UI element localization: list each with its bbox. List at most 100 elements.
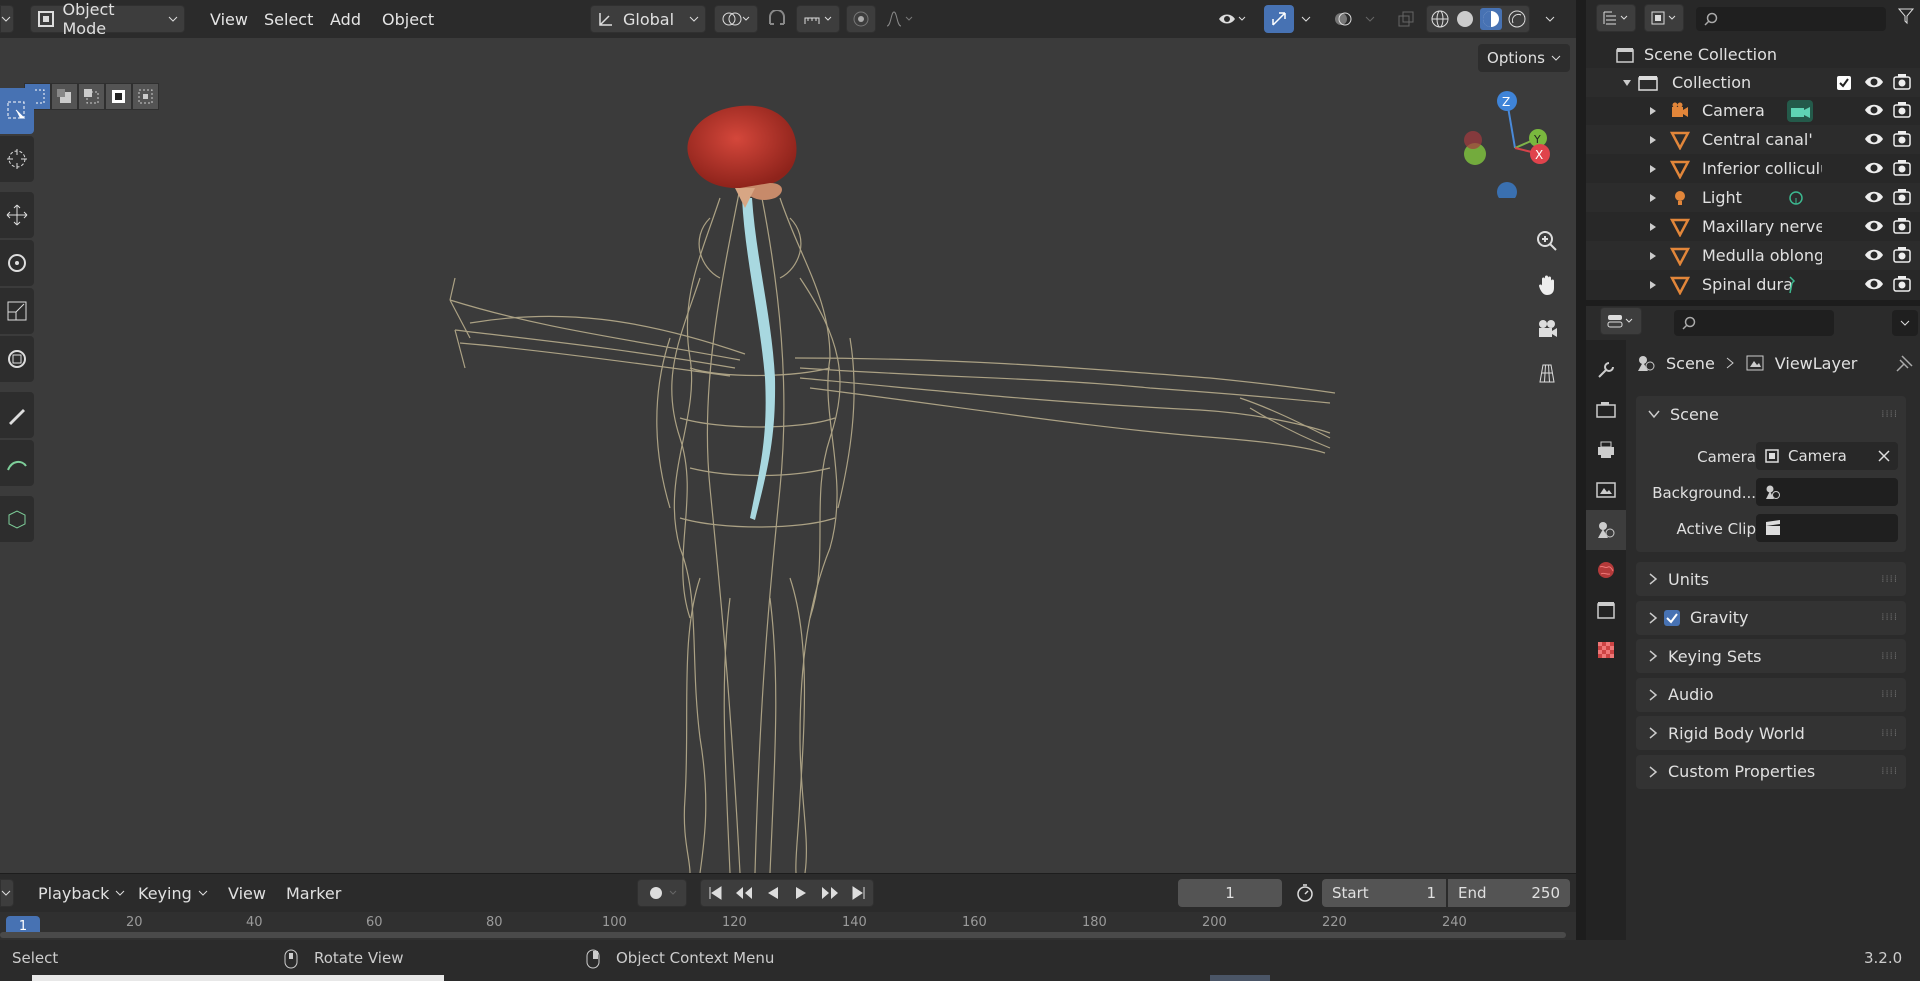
falloff-curve-icon[interactable] (880, 5, 920, 33)
editor-type-dropdown[interactable] (0, 5, 14, 33)
auto-keying-toggle[interactable] (637, 879, 687, 907)
play-icon[interactable] (793, 885, 809, 901)
expand-right-icon[interactable] (1648, 222, 1658, 232)
eye-icon[interactable] (1864, 216, 1884, 236)
pivot-point-dropdown[interactable] (714, 5, 758, 33)
rotate-tool-icon[interactable] (0, 240, 34, 286)
drag-handle[interactable]: ⁞⁞⁞⁞ (1881, 651, 1898, 662)
properties-panel[interactable]: Gravity ⁞⁞⁞⁞ (1636, 600, 1906, 635)
3d-viewport[interactable]: Options Z Y X (0, 38, 1576, 873)
properties-panel[interactable]: Audio ⁞⁞⁞⁞ (1636, 677, 1906, 712)
timeline-ruler[interactable]: 1 20 40 60 80 100 120 140 160 180 200 22… (0, 912, 1576, 940)
properties-search-input[interactable] (1674, 310, 1834, 336)
scene-panel-header[interactable]: Scene ⁞⁞⁞⁞ (1636, 396, 1906, 432)
end-frame-field[interactable]: End 250 (1448, 879, 1570, 907)
options-dropdown[interactable]: Options (1478, 44, 1570, 72)
properties-panel[interactable]: Custom Properties ⁞⁞⁞⁞ (1636, 754, 1906, 789)
tab-view-layer[interactable] (1586, 470, 1626, 510)
outliner-item[interactable]: Spinal dura (1586, 270, 1920, 299)
menu-select[interactable]: Select (258, 5, 319, 33)
add-cube-tool-icon[interactable] (0, 496, 34, 542)
outliner-editor-type-dropdown[interactable] (1596, 4, 1636, 32)
drag-handle[interactable]: ⁞⁞⁞⁞ (1881, 574, 1898, 585)
menu-object[interactable]: Object (376, 5, 440, 33)
cursor-tool-icon[interactable] (0, 136, 34, 182)
start-frame-field[interactable]: Start 1 (1322, 879, 1446, 907)
gizmo-toggle-icon[interactable] (1264, 5, 1294, 33)
expand-right-icon[interactable] (1648, 193, 1658, 203)
tab-tool[interactable] (1586, 350, 1626, 390)
drag-handle[interactable]: ⁞⁞⁞⁞ (1881, 409, 1898, 420)
render-camera-icon[interactable] (1892, 129, 1912, 149)
eye-icon[interactable] (1864, 129, 1884, 149)
current-frame-field[interactable]: 1 (1178, 879, 1282, 907)
scale-tool-icon[interactable] (0, 288, 34, 334)
material-preview-shading-icon[interactable] (1479, 8, 1502, 30)
outliner-item[interactable]: Central canal' (1586, 125, 1920, 154)
expand-right-icon[interactable] (1648, 106, 1658, 116)
perspective-grid-icon[interactable] (1530, 356, 1564, 390)
select-subtract-icon[interactable] (78, 82, 105, 110)
shading-dropdown[interactable] (1540, 5, 1560, 33)
outliner-scene-collection[interactable]: Scene Collection (1586, 40, 1920, 69)
timeline-menu-view[interactable]: View (222, 879, 272, 907)
menu-view[interactable]: View (204, 5, 254, 33)
camera-view-icon[interactable] (1530, 312, 1564, 346)
render-camera-icon[interactable] (1892, 158, 1912, 178)
outliner-item[interactable]: Maxillary nerve.l (1586, 212, 1920, 241)
render-camera-icon[interactable] (1892, 245, 1912, 265)
select-intersect-icon[interactable] (132, 82, 159, 110)
snap-toggle-icon[interactable] (762, 5, 792, 33)
expand-right-icon[interactable] (1648, 251, 1658, 261)
keying-menu[interactable]: Keying (132, 879, 214, 907)
expand-down-icon[interactable] (1622, 78, 1632, 88)
eye-icon[interactable] (1864, 100, 1884, 120)
tab-texture[interactable] (1586, 630, 1626, 670)
transform-tool-icon[interactable] (0, 336, 34, 382)
stopwatch-icon[interactable] (1290, 879, 1320, 907)
move-tool-icon[interactable] (0, 192, 34, 238)
checkbox-checked-icon[interactable] (1664, 609, 1680, 626)
tab-render[interactable] (1586, 390, 1626, 430)
active-clip-field[interactable] (1756, 514, 1898, 542)
measure-tool-icon[interactable] (0, 440, 34, 486)
render-camera-icon[interactable] (1892, 187, 1912, 207)
tab-scene[interactable] (1586, 510, 1626, 550)
wireframe-shading-icon[interactable] (1430, 9, 1450, 29)
expand-right-icon[interactable] (1648, 164, 1658, 174)
tab-collection[interactable] (1586, 590, 1626, 630)
zoom-icon[interactable] (1530, 224, 1564, 258)
background-field[interactable] (1756, 478, 1898, 506)
render-camera-icon[interactable] (1892, 100, 1912, 120)
outliner-collection[interactable]: Collection (1586, 68, 1920, 97)
pan-hand-icon[interactable] (1530, 268, 1564, 302)
exclude-checkbox-icon[interactable] (1836, 75, 1852, 91)
eye-icon[interactable] (1864, 158, 1884, 178)
properties-editor-type-dropdown[interactable] (1600, 307, 1642, 335)
timeline-editor-type-dropdown[interactable] (0, 879, 14, 907)
tab-output[interactable] (1586, 430, 1626, 470)
timeline-menu-marker[interactable]: Marker (280, 879, 347, 907)
select-extend-icon[interactable] (51, 82, 78, 110)
camera-field[interactable]: Camera (1756, 442, 1898, 470)
properties-options-dropdown[interactable] (1892, 310, 1918, 336)
overlays-dropdown[interactable] (1360, 5, 1380, 33)
eye-icon[interactable] (1864, 72, 1884, 92)
menu-add[interactable]: Add (324, 5, 367, 33)
clear-x-icon[interactable] (1878, 450, 1890, 462)
render-camera-icon[interactable] (1892, 72, 1912, 92)
properties-panel[interactable]: Keying Sets ⁞⁞⁞⁞ (1636, 639, 1906, 673)
filter-icon[interactable] (1896, 6, 1920, 32)
eye-icon[interactable] (1864, 245, 1884, 265)
select-invert-icon[interactable] (105, 82, 132, 110)
drag-handle[interactable]: ⁞⁞⁞⁞ (1881, 689, 1898, 700)
jump-start-icon[interactable] (707, 885, 723, 901)
rendered-shading-icon[interactable] (1507, 9, 1527, 29)
snap-target-dropdown[interactable] (796, 5, 840, 33)
properties-panel[interactable]: Rigid Body World ⁞⁞⁞⁞ (1636, 716, 1906, 750)
expand-right-icon[interactable] (1648, 280, 1658, 290)
select-box-tool-icon[interactable] (0, 88, 34, 134)
navigation-gizmo[interactable]: Z Y X (1460, 88, 1570, 198)
transform-orientation-dropdown[interactable]: Global (590, 5, 706, 33)
expand-right-icon[interactable] (1648, 135, 1658, 145)
